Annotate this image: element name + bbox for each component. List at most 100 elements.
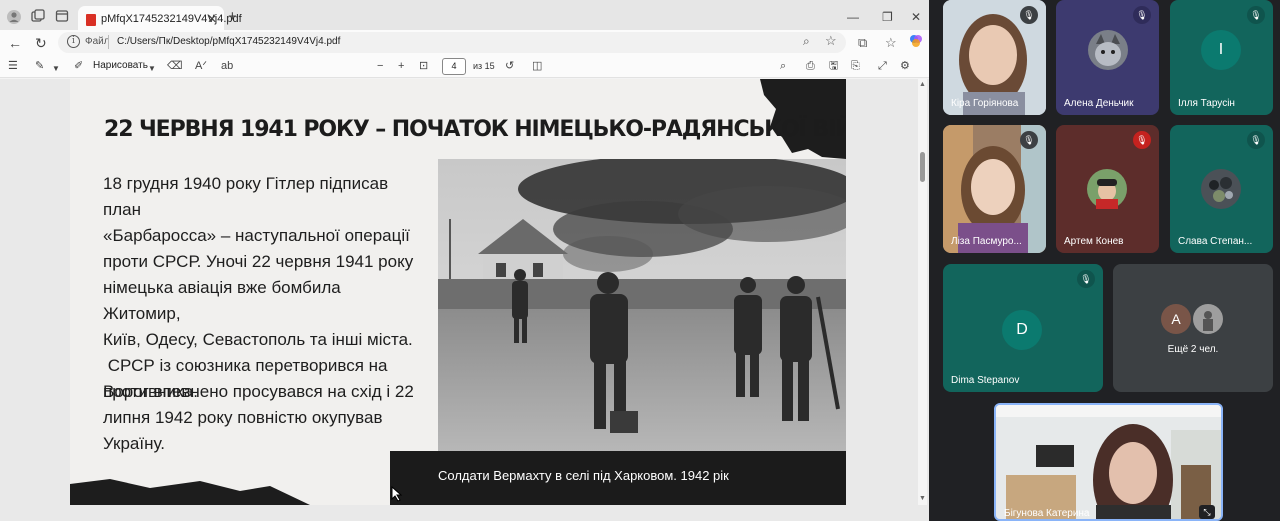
- tab-actions-icon[interactable]: [54, 9, 70, 25]
- mic-off-icon: 🎙: [1020, 131, 1038, 149]
- participant-tile[interactable]: 🎙 Алена Деньчик: [1056, 0, 1159, 115]
- pin-icon[interactable]: ⤡: [1199, 505, 1215, 519]
- contents-icon[interactable]: ☰: [8, 59, 18, 74]
- search-icon[interactable]: ⌕: [780, 59, 786, 74]
- translate-icon[interactable]: ab: [221, 59, 233, 74]
- text-line: німецька авіація вже бомбила Житомир,: [103, 278, 341, 323]
- text-line: липня 1942 року повністю окупував: [103, 408, 383, 427]
- page-view-icon[interactable]: ◫: [532, 59, 542, 74]
- address-bar-row: ← ↻ i Файл C:/Users/Пк/Desktop/pMfqX1745…: [0, 30, 929, 55]
- split-screen-icon[interactable]: ⧉: [858, 35, 867, 50]
- draw-label[interactable]: Нарисовать: [93, 60, 148, 71]
- participant-name: Кіра Горіянова: [951, 98, 1019, 109]
- avatar: A: [1161, 304, 1191, 334]
- save-as-icon[interactable]: ⎘: [851, 59, 860, 74]
- highlight-chevron-icon[interactable]: ▼: [52, 61, 60, 76]
- close-window-icon[interactable]: ✕: [911, 9, 921, 25]
- participant-name: Артем Конев: [1064, 236, 1124, 247]
- slide-paragraph-2: Ворог впевнено просувався на схід і 22 л…: [103, 379, 418, 457]
- workspaces-icon[interactable]: [30, 9, 46, 25]
- page-count: из 15: [473, 61, 495, 71]
- mic-off-icon: 🎙: [1247, 131, 1265, 149]
- pdf-toolbar: ☰ ✎ ▼ ✐ Нарисовать ▼ ⌫ Aᐟ ab − + ⊡ 4 из …: [0, 55, 929, 78]
- back-icon[interactable]: ←: [8, 35, 22, 51]
- participant-name: Ліза Пасмуро...: [951, 236, 1022, 247]
- rotate-icon[interactable]: ↺: [505, 59, 514, 74]
- text-line: Київ, Одесу, Севастополь та інші міста.: [103, 330, 413, 349]
- avatar: [1087, 169, 1127, 209]
- read-aloud-icon[interactable]: Aᐟ: [195, 59, 207, 74]
- tab-close-icon[interactable]: ✕: [207, 12, 217, 26]
- participant-tile[interactable]: 🎙 Ліза Пасмуро...: [943, 125, 1046, 253]
- mouse-cursor-icon: [391, 486, 403, 502]
- more-participants-label: Ещё 2 чел.: [1167, 344, 1219, 355]
- new-tab-button[interactable]: +: [228, 9, 237, 25]
- photo-caption: Солдати Вермахту в селі під Харковом. 19…: [438, 468, 729, 483]
- text-line: проти СРСР. Уночі 22 червня 1941 року: [103, 252, 414, 271]
- profile-icon[interactable]: [6, 9, 22, 25]
- draw-chevron-icon[interactable]: ▼: [148, 61, 156, 76]
- info-icon[interactable]: i: [67, 35, 80, 48]
- text-line: «Барбаросса» – наступальної операції: [103, 226, 410, 245]
- scroll-up-icon[interactable]: ▲: [919, 81, 926, 88]
- highlight-icon[interactable]: ✎: [35, 59, 44, 74]
- pdf-page-slide: 22 ЧЕРВНЯ 1941 РОКУ – ПОЧАТОК НІМЕЦЬКО-Р…: [70, 79, 846, 505]
- url-text[interactable]: C:/Users/Пк/Desktop/pMfqX1745232149V4Vj4…: [117, 36, 340, 47]
- save-icon[interactable]: 🖫: [829, 59, 838, 74]
- slide-paragraph-1: 18 грудня 1940 року Гітлер підписав план…: [103, 171, 418, 405]
- participant-tile[interactable]: 🎙 I Ілля Тарусін: [1170, 0, 1273, 115]
- address-bar[interactable]: i Файл C:/Users/Пк/Desktop/pMfqX17452321…: [58, 32, 846, 53]
- slide-title: 22 ЧЕРВНЯ 1941 РОКУ – ПОЧАТОК НІМЕЦЬКО-Р…: [104, 117, 846, 142]
- pdf-file-icon: [86, 14, 96, 26]
- scrollbar-thumb[interactable]: [920, 152, 925, 182]
- participant-video: [996, 405, 1221, 519]
- participant-name: Слава Степан...: [1178, 236, 1253, 247]
- mic-off-icon: 🎙: [1247, 6, 1265, 24]
- favorite-star-icon[interactable]: ☆: [825, 33, 837, 48]
- participant-tile[interactable]: 🎙 Кіра Горіянова: [943, 0, 1046, 115]
- participant-tile[interactable]: 🎙 Слава Степан...: [1170, 125, 1273, 253]
- mic-off-icon: 🎙: [1133, 6, 1151, 24]
- fit-page-icon[interactable]: ⊡: [419, 59, 428, 74]
- minimize-icon[interactable]: —: [847, 9, 859, 25]
- eraser-icon[interactable]: ⌫: [167, 59, 183, 74]
- tab-bar: pMfqX1745232149V4Vj4.pdf ✕ + — ❐ ✕: [0, 0, 929, 34]
- participant-name: Dima Stepanov: [951, 375, 1020, 386]
- copilot-icon[interactable]: [909, 34, 923, 51]
- participant-tile[interactable]: 🎙 D Dima Stepanov: [943, 264, 1103, 392]
- participant-name: Алена Деньчик: [1064, 98, 1134, 109]
- participant-tile[interactable]: 🎙 Артем Конев: [1056, 125, 1159, 253]
- wartime-photo: [438, 159, 846, 451]
- self-view-tile[interactable]: Бігунова Катерина ⤡: [994, 403, 1223, 521]
- text-line: Ворог впевнено просувався на схід і 22: [103, 382, 414, 401]
- more-participants-tile[interactable]: A Ещё 2 чел.: [1113, 264, 1273, 392]
- avatar: [1088, 30, 1128, 70]
- scheme-label: Файл: [85, 36, 110, 47]
- text-line: Україну.: [103, 434, 166, 453]
- zoom-icon[interactable]: ⌕: [803, 34, 810, 49]
- browser-window: pMfqX1745232149V4Vj4.pdf ✕ + — ❐ ✕ ← ↻ i…: [0, 0, 929, 521]
- divider: [108, 35, 109, 49]
- tab-title: pMfqX1745232149V4Vj4.pdf: [101, 13, 242, 25]
- scrollbar-track[interactable]: [918, 79, 927, 505]
- participant-name: Бігунова Катерина: [1004, 508, 1090, 519]
- favorites-icon[interactable]: ☆: [885, 35, 897, 50]
- zoom-in-icon[interactable]: +: [398, 59, 404, 74]
- avatar: D: [1002, 310, 1042, 350]
- page-number-input[interactable]: 4: [442, 58, 466, 75]
- settings-gear-icon[interactable]: ⚙: [900, 59, 910, 74]
- scroll-down-icon[interactable]: ▼: [919, 495, 926, 502]
- text-line: СРСР із союзника перетворився на: [103, 356, 388, 375]
- mic-off-icon: 🎙: [1077, 270, 1095, 288]
- mic-off-icon: 🎙: [1020, 6, 1038, 24]
- restore-icon[interactable]: ❐: [882, 9, 893, 25]
- avatar: I: [1201, 30, 1241, 70]
- participant-name: Ілля Тарусін: [1178, 98, 1235, 109]
- refresh-icon[interactable]: ↻: [35, 35, 47, 51]
- print-icon[interactable]: ⎙: [806, 59, 815, 74]
- avatar: [1193, 304, 1223, 334]
- avatar: [1201, 169, 1241, 209]
- zoom-out-icon[interactable]: −: [377, 59, 383, 74]
- fullscreen-icon[interactable]: ⤢: [878, 59, 887, 74]
- draw-icon[interactable]: ✐: [74, 59, 83, 74]
